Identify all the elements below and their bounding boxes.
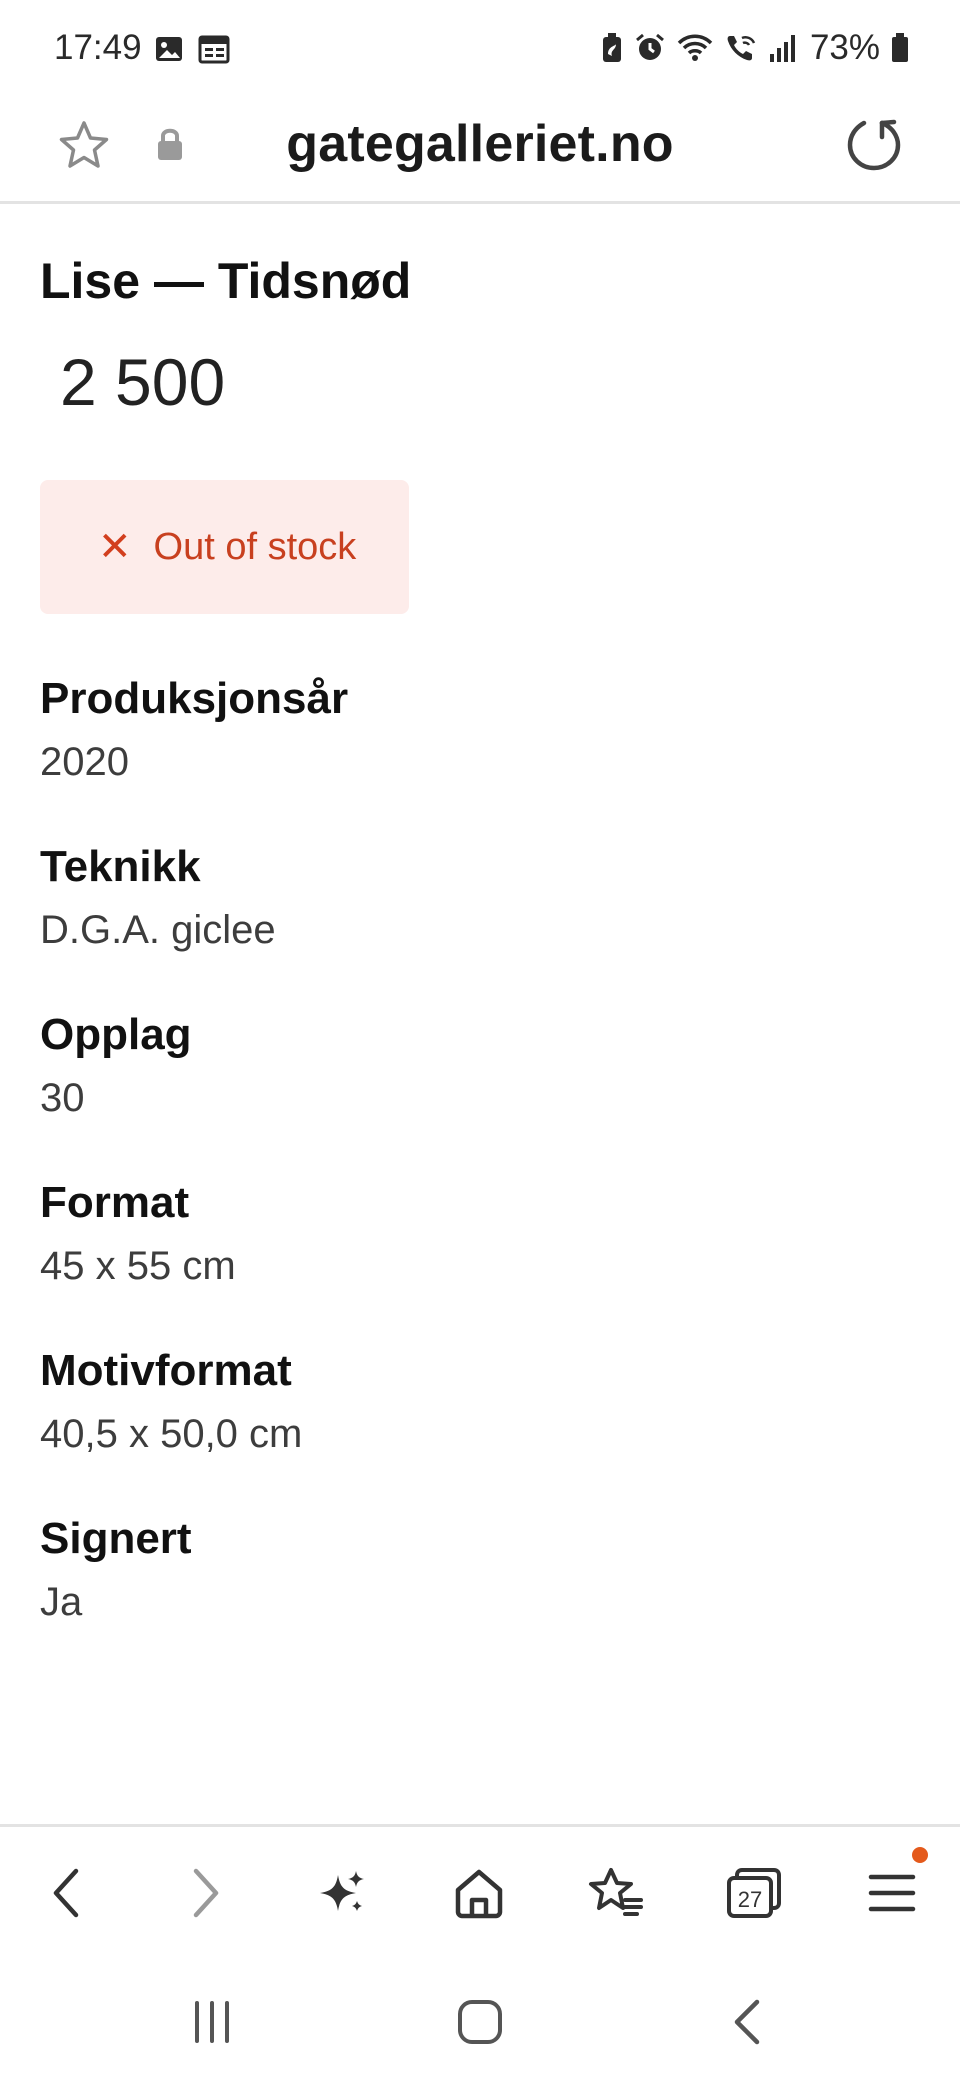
svg-text:27: 27	[738, 1887, 762, 1912]
attribute-production-year: Produksjonsår 2020	[40, 674, 348, 785]
attribute-label: Teknikk	[40, 842, 201, 891]
wifi-call-icon	[724, 32, 758, 64]
attribute-label: Produksjonsår	[40, 674, 349, 723]
recent-apps-icon	[195, 2001, 229, 2043]
attribute-value: 45 x 55 cm	[40, 1244, 236, 1288]
attribute-value: 2020	[40, 740, 129, 784]
reload-icon[interactable]	[844, 114, 904, 179]
url-bar: gategalleriet.no	[0, 100, 960, 204]
attribute-value: Ja	[40, 1580, 83, 1624]
attribute-edition: Opplag 30	[40, 1010, 192, 1121]
status-left-icons	[154, 34, 230, 69]
stock-status-badge: ✕ Out of stock	[40, 480, 409, 614]
menu-icon	[868, 1874, 916, 1912]
home-icon	[455, 1869, 503, 1919]
gallery-icon	[154, 34, 184, 69]
signal-icon	[768, 32, 796, 64]
attribute-label: Format	[40, 1178, 190, 1227]
attribute-signed: Signert Ja	[40, 1514, 192, 1625]
attribute-motif-format: Motivformat 40,5 x 50,0 cm	[40, 1346, 302, 1457]
attribute-label: Motivformat	[40, 1346, 292, 1395]
notification-dot	[912, 1847, 928, 1863]
product-title: Lise — Tidsnød	[40, 253, 412, 309]
attribute-value: D.G.A. giclee	[40, 908, 276, 952]
attribute-value: 40,5 x 50,0 cm	[40, 1412, 303, 1456]
back-button[interactable]	[26, 1853, 106, 1933]
attribute-label: Opplag	[40, 1010, 192, 1059]
attribute-technique: Teknikk D.G.A. giclee	[40, 842, 276, 953]
alarm-icon	[634, 32, 666, 64]
close-x-icon: ✕	[98, 525, 132, 569]
tabs-button[interactable]: 27	[714, 1853, 794, 1933]
tabs-icon: 27	[727, 1868, 781, 1918]
attribute-value: 30	[40, 1076, 85, 1120]
status-right-icons: 73%	[600, 28, 910, 68]
status-time: 17:49	[54, 28, 142, 67]
bookmarks-icon	[589, 1868, 643, 1916]
wifi-icon	[676, 32, 714, 64]
battery-saver-icon	[600, 32, 624, 64]
forward-button[interactable]	[166, 1853, 246, 1933]
calendar-icon	[198, 34, 230, 69]
browser-toolbar: 27	[0, 1824, 960, 1950]
home-system-button[interactable]	[440, 1992, 520, 2052]
system-navigation-bar	[0, 1950, 960, 2080]
bookmarks-button[interactable]	[576, 1853, 656, 1933]
product-price: 2 500	[60, 345, 226, 419]
status-bar: 17:49 73%	[0, 0, 960, 100]
battery-percentage: 73%	[809, 28, 880, 67]
attribute-format: Format 45 x 55 cm	[40, 1178, 236, 1289]
home-square-icon	[458, 2000, 502, 2044]
ai-assistant-button[interactable]	[302, 1853, 382, 1933]
back-system-button[interactable]	[708, 1992, 788, 2052]
chevron-left-icon	[734, 1999, 760, 2045]
url-text[interactable]: gategalleriet.no	[0, 114, 960, 174]
stock-status-label: Out of stock	[153, 525, 357, 568]
ai-sparkle-icon	[320, 1871, 364, 1911]
home-button[interactable]	[439, 1853, 519, 1933]
recent-apps-button[interactable]	[172, 1992, 252, 2052]
attribute-label: Signert	[40, 1514, 192, 1563]
battery-icon	[890, 32, 910, 64]
back-icon	[53, 1868, 79, 1918]
forward-icon	[193, 1868, 219, 1918]
menu-button[interactable]	[852, 1847, 932, 1933]
